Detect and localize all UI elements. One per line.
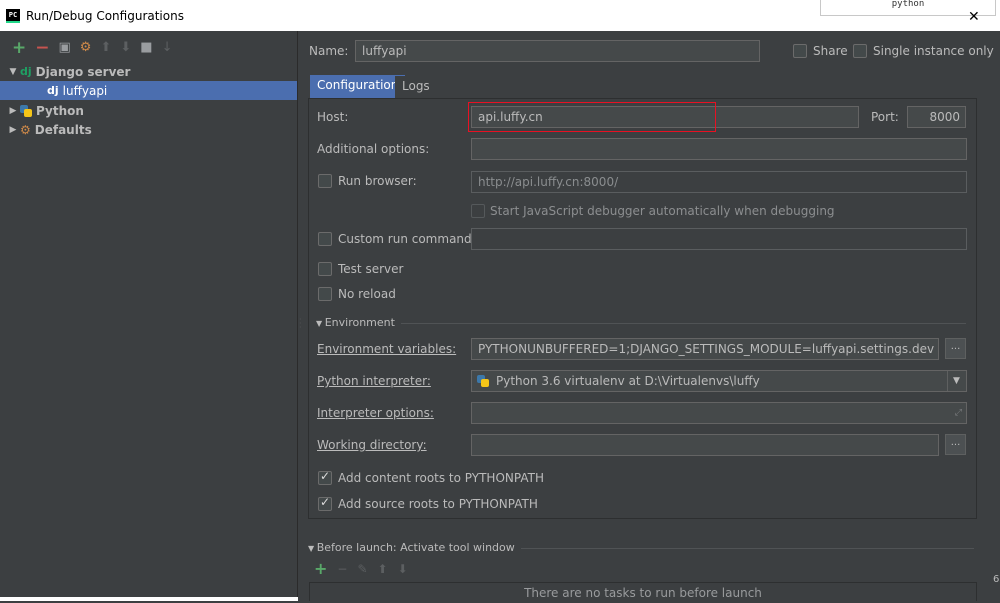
copy-icon[interactable]: ▣ [59,40,71,56]
content-roots-checkbox[interactable] [318,469,332,485]
tree-item-python[interactable]: ▶ Python [0,101,297,120]
tree-item-luffyapi[interactable]: dj luffyapi [0,81,297,100]
tab-logs[interactable]: Logs [395,76,437,99]
move-up-icon[interactable]: ⬆ [100,40,111,56]
add-icon[interactable]: + [12,40,26,57]
bottom-edge [0,597,298,601]
working-directory-field[interactable] [471,434,939,456]
panel-splitter[interactable] [297,31,298,601]
env-vars-label: Environment variables: [317,342,457,356]
defaults-icon: ⚙ [20,122,31,137]
custom-run-command-field [471,228,967,250]
python-icon [477,375,489,387]
js-debugger-label: Start JavaScript debugger automatically … [490,204,835,218]
tab-configuration[interactable]: Configuration [310,75,406,98]
remove-icon[interactable]: − [35,40,49,57]
expanded-arrow-icon[interactable]: ▼ [6,67,20,77]
highlight-box [468,102,716,132]
source-roots-label[interactable]: Add source roots to PYTHONPATH [338,497,538,511]
tree-toolbar: + − ▣ ⚙ ⬆ ⬇ ■ ↓ [12,40,173,57]
env-vars-browse-button[interactable]: ... [945,338,966,359]
tree-item-label: Python [36,103,84,118]
interpreter-options-field[interactable]: ⤢ [471,402,967,424]
env-vars-field[interactable]: PYTHONUNBUFFERED=1;DJANGO_SETTINGS_MODUL… [471,338,939,360]
tree-item-label: Django server [35,64,131,79]
port-field[interactable]: 8000 [907,106,966,128]
test-server-checkbox[interactable] [318,262,332,276]
single-instance-label[interactable]: Single instance only [873,44,994,58]
expand-icon[interactable]: ⤢ [955,403,962,423]
name-label: Name: [309,44,349,58]
environment-section-label: Environment [324,316,395,329]
django-icon: dj [47,84,59,97]
window-titlebar: PC Run/Debug Configurations python ✕ [0,0,1000,31]
move-up-icon[interactable]: ⬆ [378,562,388,576]
before-launch-tasks-list: There are no tasks to run before launch [309,582,977,601]
before-launch-toolbar: + − ✎ ⬆ ⬇ [314,561,408,577]
edge-text: 6 [993,574,1000,585]
python-interpreter-select[interactable]: Python 3.6 virtualenv at D:\Virtualenvs\… [471,370,967,392]
python-icon [20,104,32,117]
edit-defaults-icon[interactable]: ⚙ [80,40,92,56]
add-icon[interactable]: + [314,561,327,577]
host-label: Host: [317,110,349,124]
content-roots-label[interactable]: Add content roots to PYTHONPATH [338,471,544,485]
working-directory-browse-button[interactable]: ... [945,434,966,455]
collapsed-arrow-icon[interactable]: ▶ [6,106,20,116]
port-label: Port: [871,110,899,124]
move-down-icon[interactable]: ⬇ [398,562,408,576]
share-checkbox[interactable] [793,44,807,58]
working-directory-label: Working directory: [317,438,427,452]
move-down-icon[interactable]: ⬇ [120,40,131,56]
name-field[interactable]: luffyapi [355,40,760,62]
source-roots-checkbox[interactable] [318,495,332,511]
python-interpreter-value: Python 3.6 virtualenv at D:\Virtualenvs\… [496,374,760,388]
test-server-label[interactable]: Test server [338,262,403,276]
window-title: Run/Debug Configurations [26,8,184,23]
js-debugger-checkbox [471,204,485,218]
python-interpreter-label: Python interpreter: [317,374,431,388]
before-launch-section-title[interactable]: ▼ Before launch: Activate tool window [308,541,521,554]
sort-icon[interactable]: ↓ [162,40,173,56]
chevron-down-icon[interactable]: ▼ [947,371,965,391]
share-label[interactable]: Share [813,44,848,58]
tree-item-label: Defaults [34,122,92,137]
no-reload-checkbox[interactable] [318,287,332,301]
close-icon[interactable]: ✕ [968,9,980,25]
remove-icon[interactable]: − [337,562,347,576]
additional-options-label: Additional options: [317,142,430,156]
collapse-arrow-icon: ▼ [308,544,317,553]
tree-item-defaults[interactable]: ▶ ⚙ Defaults [0,120,297,139]
before-launch-label: Before launch: Activate tool window [316,541,515,554]
splitter-grip-icon[interactable]: · · · [299,316,302,332]
single-instance-checkbox[interactable] [853,44,867,58]
tree-item-django-server[interactable]: ▼ dj Django server [0,62,297,81]
no-reload-label[interactable]: No reload [338,287,396,301]
run-browser-url-field: http://api.luffy.cn:8000/ [471,171,967,193]
environment-section-title[interactable]: ▼ Environment [316,316,401,329]
edit-icon[interactable]: ✎ [357,562,367,576]
django-icon: dj [20,65,32,78]
additional-options-field[interactable] [471,138,967,160]
collapse-arrow-icon: ▼ [316,319,325,328]
folder-icon[interactable]: ■ [140,40,152,56]
interpreter-options-label: Interpreter options: [317,406,434,420]
collapsed-arrow-icon[interactable]: ▶ [6,125,20,135]
custom-run-command-label[interactable]: Custom run command: [338,232,476,246]
pycharm-app-icon: PC [6,8,20,23]
run-browser-label[interactable]: Run browser: [338,174,417,188]
run-browser-checkbox[interactable] [318,174,332,188]
custom-run-command-checkbox[interactable] [318,232,332,246]
environment-separator [316,323,966,324]
tree-item-label: luffyapi [62,83,108,98]
configurations-tree-panel: + − ▣ ⚙ ⬆ ⬇ ■ ↓ ▼ dj Django server dj lu… [0,31,300,601]
